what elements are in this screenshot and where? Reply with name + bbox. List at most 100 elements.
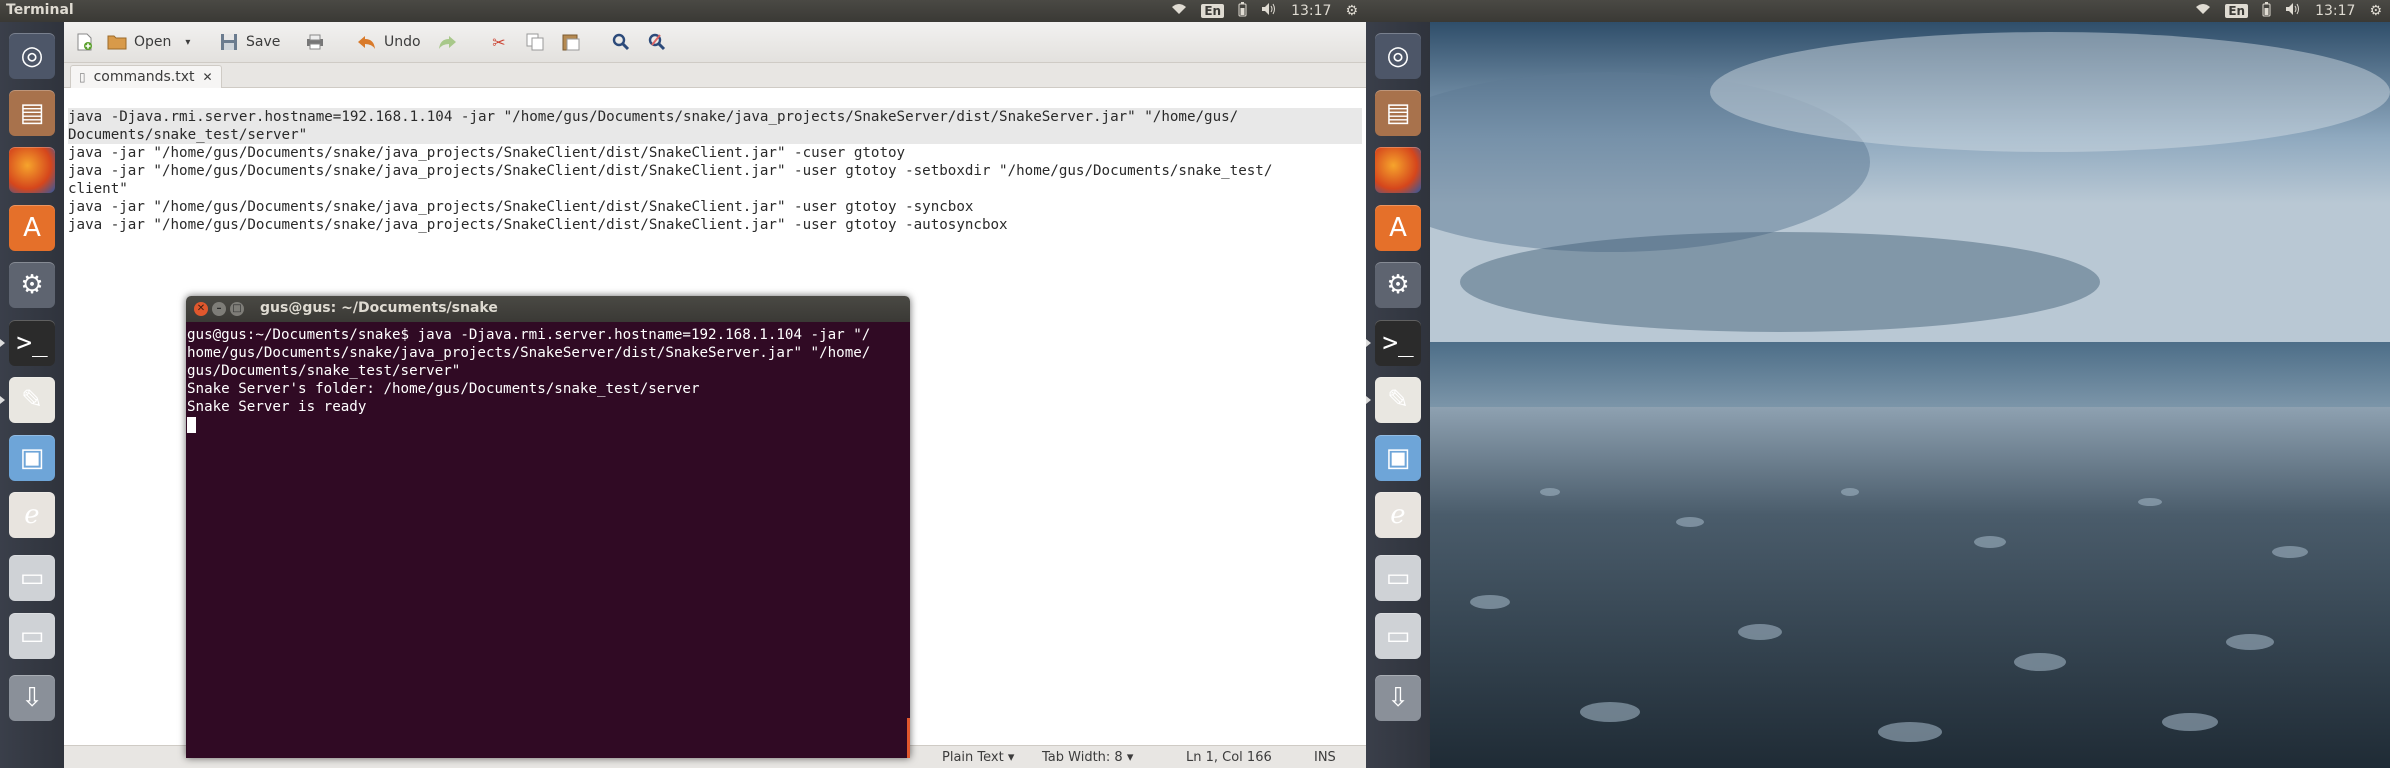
launcher-drive-2[interactable]: ▭ (6, 610, 58, 662)
tab-width-selector[interactable]: Tab Width: 8 ▾ (1042, 750, 1133, 765)
active-window-title: Terminal (6, 2, 74, 18)
editor-line: java -Djava.rmi.server.hostname=192.168.… (68, 108, 1362, 126)
drive-icon: ▭ (1375, 613, 1421, 659)
close-icon[interactable]: ✕ (194, 302, 208, 316)
gear-icon[interactable]: ⚙ (2369, 3, 2382, 19)
chevron-down-icon[interactable]: ▾ (185, 37, 190, 48)
launcher-text-editor[interactable]: ✎ (0, 374, 58, 426)
launcher-terminal[interactable]: >_ (1366, 317, 1424, 369)
launcher-firefox[interactable] (6, 144, 58, 196)
terminal-icon: >_ (9, 320, 55, 366)
open-label: Open (134, 34, 172, 50)
drive-icon: ▭ (9, 555, 55, 601)
new-document-button[interactable] (74, 30, 96, 54)
usb-icon: ⇩ (1375, 675, 1421, 721)
launcher-drive-2[interactable]: ▭ (1372, 610, 1424, 662)
software-center-icon: A (9, 205, 55, 251)
firefox-icon (9, 147, 55, 193)
maximize-icon[interactable]: □ (230, 302, 244, 316)
terminal-icon: >_ (1375, 320, 1421, 366)
terminal-resize-grip[interactable] (907, 718, 910, 758)
launcher-ubuntu-dash[interactable]: ◎ (6, 30, 58, 82)
editor-line: java -jar "/home/gus/Documents/snake/jav… (68, 199, 974, 215)
system-tray: En 13:17 ⚙ (1171, 0, 1358, 22)
launcher-usb-drive[interactable]: ⇩ (6, 672, 58, 724)
launcher-files[interactable]: ▤ (1372, 87, 1424, 139)
terminal-line: Snake Server is ready (187, 399, 367, 415)
top-panel-left: Terminal En 13:17 ⚙ (0, 0, 1366, 22)
clock[interactable]: 13:17 (2315, 3, 2355, 19)
launcher-system-settings[interactable]: ⚙ (1372, 259, 1424, 311)
folder-icon (106, 31, 128, 53)
file-cabinet-icon: ▤ (1375, 90, 1421, 136)
wifi-icon[interactable] (1171, 3, 1187, 19)
battery-icon[interactable] (1238, 1, 1247, 21)
battery-icon[interactable] (2262, 1, 2271, 21)
search-button[interactable] (610, 30, 632, 54)
launcher-drive-1[interactable]: ▭ (1372, 552, 1424, 604)
syntax-mode-label: Plain Text (942, 750, 1004, 765)
terminal-line: home/gus/Documents/snake/java_projects/S… (187, 345, 871, 361)
terminal-titlebar[interactable]: ✕ – □ gus@gus: ~/Documents/snake (186, 296, 910, 322)
terminal-line: gus/Documents/snake_test/server" (187, 363, 461, 379)
launcher-terminal[interactable]: >_ (0, 317, 58, 369)
launcher-text-editor[interactable]: ✎ (1366, 374, 1424, 426)
paste-button[interactable] (560, 30, 582, 54)
launcher-office-app[interactable]: ℯ (1372, 489, 1424, 541)
launcher-software-center[interactable]: A (1372, 202, 1424, 254)
tab-width-label: Tab Width: 8 (1042, 750, 1123, 765)
redo-button[interactable] (436, 30, 458, 54)
launcher-ubuntu-dash[interactable]: ◎ (1372, 30, 1424, 82)
volume-icon[interactable] (1261, 2, 1277, 20)
terminal-window[interactable]: ✕ – □ gus@gus: ~/Documents/snake gus@gus… (186, 296, 910, 758)
printer-icon (304, 31, 326, 53)
terminal-line: Snake Server's folder: /home/gus/Documen… (187, 381, 700, 397)
software-center-icon: A (1375, 205, 1421, 251)
launcher-firefox[interactable] (1372, 144, 1424, 196)
editor-line: java -jar "/home/gus/Documents/snake/jav… (68, 217, 1008, 233)
red-app-icon: ℯ (1375, 492, 1421, 538)
undo-arrow-icon (356, 31, 378, 53)
close-icon[interactable]: ✕ (203, 70, 213, 84)
editor-line: java -jar "/home/gus/Documents/snake/jav… (68, 145, 906, 161)
launcher-usb-drive[interactable]: ⇩ (1372, 672, 1424, 724)
terminal-output[interactable]: gus@gus:~/Documents/snake$ java -Djava.r… (186, 322, 910, 758)
print-button[interactable] (304, 30, 326, 54)
minimize-icon[interactable]: – (212, 302, 226, 316)
virtualbox-icon: ▣ (1375, 435, 1421, 481)
text-editor-icon: ✎ (1375, 377, 1421, 423)
launcher-software-center[interactable]: A (6, 202, 58, 254)
firefox-icon (1375, 147, 1421, 193)
virtualbox-icon: ▣ (9, 435, 55, 481)
search-replace-button[interactable] (646, 30, 668, 54)
copy-button[interactable] (524, 30, 546, 54)
cursor-position: Ln 1, Col 166 (1186, 750, 1272, 765)
open-button[interactable]: Open ▾ (106, 30, 190, 54)
save-icon (218, 31, 240, 53)
gear-icon[interactable]: ⚙ (1345, 3, 1358, 19)
keyboard-layout-indicator[interactable]: En (1201, 4, 1225, 18)
tab-commands-txt[interactable]: ▯ commands.txt ✕ (70, 65, 222, 88)
syntax-mode-selector[interactable]: Plain Text ▾ (942, 750, 1014, 765)
save-button[interactable]: Save (218, 30, 280, 54)
wifi-icon[interactable] (2195, 3, 2211, 19)
keyboard-layout-indicator[interactable]: En (2225, 4, 2249, 18)
usb-icon: ⇩ (9, 675, 55, 721)
clock[interactable]: 13:17 (1291, 3, 1331, 19)
scissors-icon: ✂ (492, 32, 506, 52)
launcher-files[interactable]: ▤ (6, 87, 58, 139)
launcher-virtualbox[interactable]: ▣ (1372, 432, 1424, 484)
launcher-office-app[interactable]: ℯ (6, 489, 58, 541)
document-icon: ▯ (79, 70, 86, 84)
launcher-system-settings[interactable]: ⚙ (6, 259, 58, 311)
document-tab-bar: ▯ commands.txt ✕ (64, 63, 1366, 88)
file-cabinet-icon: ▤ (9, 90, 55, 136)
undo-button[interactable]: Undo (356, 30, 421, 54)
cut-button[interactable]: ✂ (488, 30, 510, 54)
launcher-virtualbox[interactable]: ▣ (6, 432, 58, 484)
ubuntu-logo-icon: ◎ (1375, 33, 1421, 79)
launcher-drive-1[interactable]: ▭ (6, 552, 58, 604)
paste-icon (560, 31, 582, 53)
launcher-right: ◎ ▤ A ⚙ >_ ✎ ▣ ℯ ▭ ▭ ⇩ (1366, 22, 1431, 768)
volume-icon[interactable] (2285, 2, 2301, 20)
